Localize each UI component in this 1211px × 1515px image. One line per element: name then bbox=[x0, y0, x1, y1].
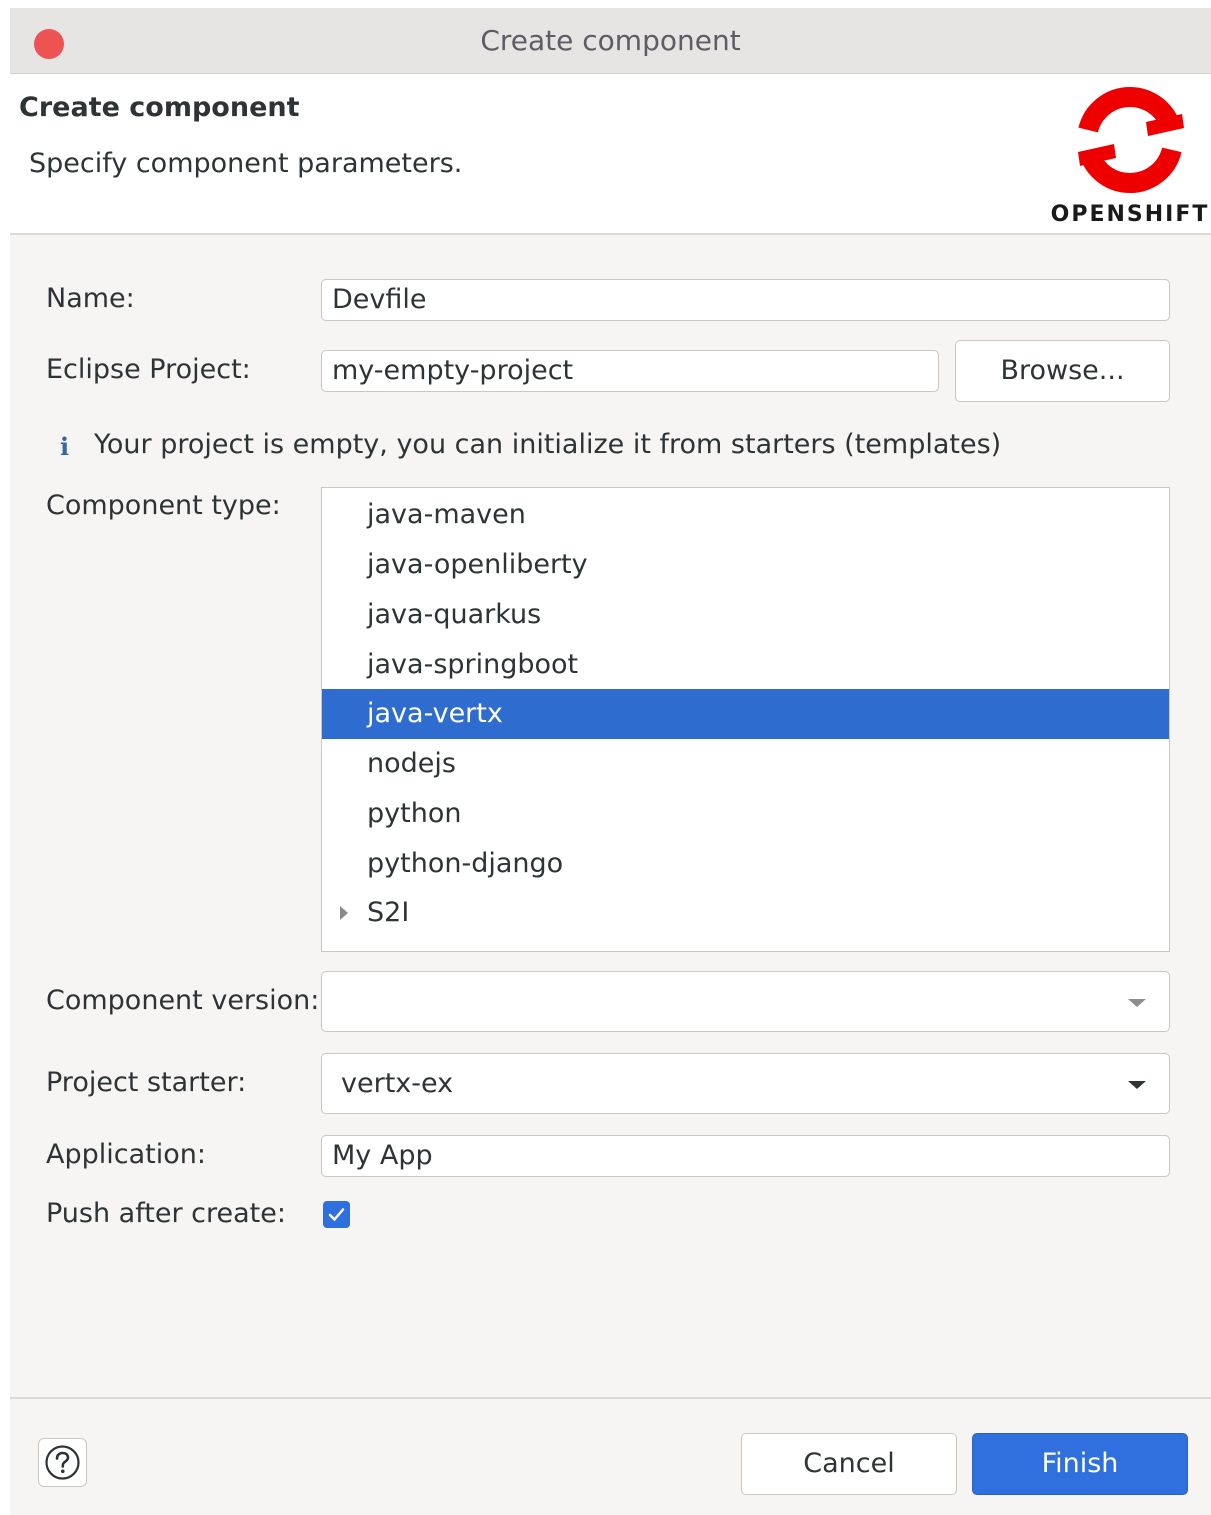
chevron-down-icon bbox=[1127, 1054, 1147, 1113]
list-item[interactable]: java-openliberty bbox=[322, 540, 1169, 590]
header-banner: Create component Specify component param… bbox=[10, 74, 1211, 235]
application-field[interactable]: My App bbox=[321, 1135, 1170, 1177]
footer-divider bbox=[10, 1397, 1211, 1399]
list-item[interactable]: java-quarkus bbox=[322, 590, 1169, 640]
project-field[interactable]: my-empty-project bbox=[321, 350, 939, 392]
info-icon: i bbox=[60, 432, 70, 461]
help-icon bbox=[45, 1445, 80, 1480]
cancel-button[interactable]: Cancel bbox=[741, 1433, 957, 1495]
list-item[interactable]: python bbox=[322, 789, 1169, 839]
checkmark-icon bbox=[328, 1208, 345, 1221]
finish-button[interactable]: Finish bbox=[972, 1433, 1188, 1495]
openshift-logo: OPENSHIFT bbox=[1050, 84, 1210, 234]
info-message: Your project is empty, you can initializ… bbox=[94, 429, 1002, 460]
push-checkbox[interactable] bbox=[323, 1201, 350, 1228]
list-item[interactable]: nodejs bbox=[322, 739, 1169, 789]
openshift-logo-icon bbox=[1077, 87, 1184, 193]
expand-arrow-icon[interactable] bbox=[338, 888, 352, 938]
name-field[interactable]: Devfile bbox=[321, 279, 1170, 321]
component-type-list[interactable]: java-maven java-openliberty java-quarkus… bbox=[321, 487, 1170, 952]
logo-wordmark: OPENSHIFT bbox=[1050, 202, 1210, 227]
list-item-selected[interactable]: java-vertx bbox=[322, 689, 1169, 739]
chevron-down-icon bbox=[1127, 972, 1147, 1031]
browse-button[interactable]: Browse... bbox=[955, 340, 1170, 402]
help-button[interactable] bbox=[38, 1438, 87, 1487]
component-version-label: Component version: bbox=[46, 985, 320, 1016]
project-starter-value: vertx-ex bbox=[341, 1068, 454, 1099]
project-starter-label: Project starter: bbox=[46, 1067, 247, 1098]
dialog-window: Create component Create component Specif… bbox=[10, 8, 1211, 1515]
list-item[interactable]: java-springboot bbox=[322, 640, 1169, 690]
push-label: Push after create: bbox=[46, 1198, 286, 1229]
tree-item-label: S2I bbox=[367, 897, 410, 928]
application-label: Application: bbox=[46, 1139, 206, 1170]
project-starter-combo[interactable]: vertx-ex bbox=[321, 1053, 1170, 1114]
project-label: Eclipse Project: bbox=[46, 354, 251, 385]
list-item[interactable]: java-maven bbox=[322, 490, 1169, 540]
title-bar: Create component bbox=[10, 8, 1211, 74]
page-title: Create component bbox=[19, 92, 300, 123]
component-type-label: Component type: bbox=[46, 490, 281, 521]
window-title: Create component bbox=[480, 24, 741, 57]
component-version-combo[interactable] bbox=[321, 971, 1170, 1032]
page-description: Specify component parameters. bbox=[29, 148, 463, 179]
name-label: Name: bbox=[46, 283, 135, 314]
tree-item-s2i[interactable]: S2I bbox=[322, 888, 1169, 938]
list-item[interactable]: python-django bbox=[322, 839, 1169, 889]
